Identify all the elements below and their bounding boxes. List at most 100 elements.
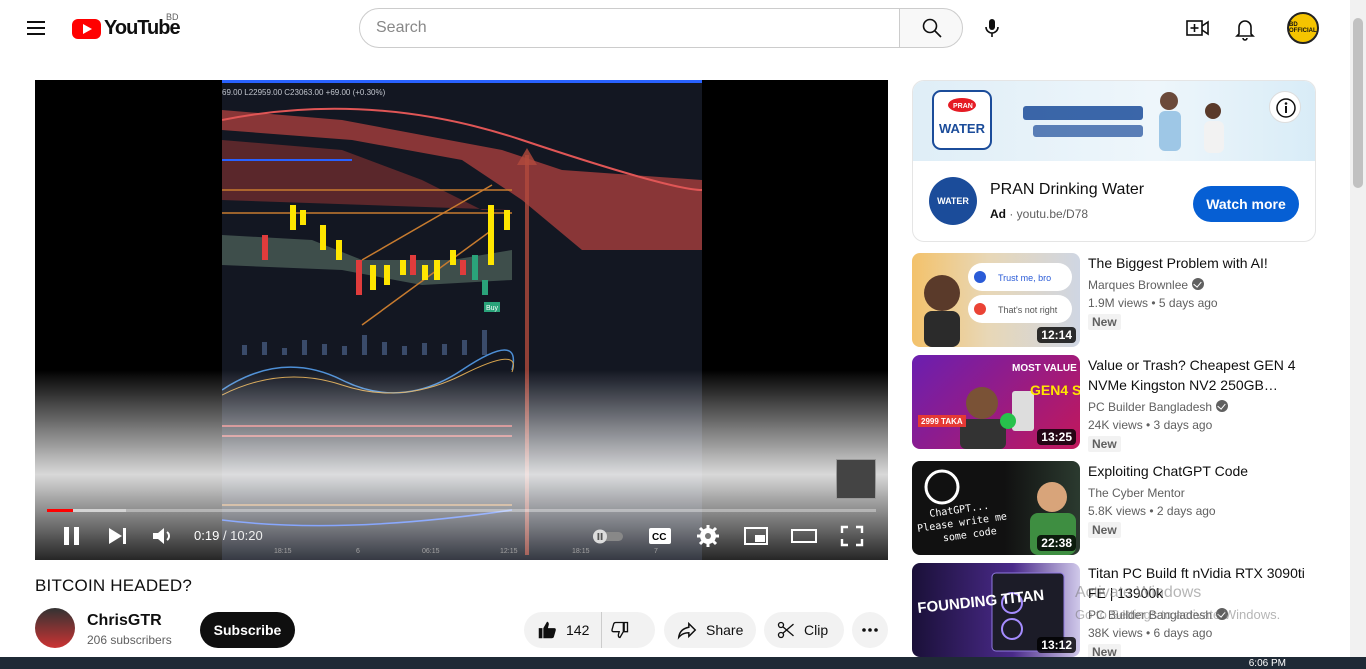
next-button[interactable] bbox=[103, 524, 133, 548]
time-axis-label: 18:15 bbox=[274, 548, 292, 555]
info-icon bbox=[1276, 98, 1296, 118]
voice-search-button[interactable] bbox=[974, 10, 1010, 46]
scrollbar-thumb[interactable] bbox=[1353, 18, 1363, 188]
more-actions-button[interactable] bbox=[852, 612, 888, 648]
time-axis-label: 18:15 bbox=[572, 548, 590, 555]
subtitles-button[interactable]: CC bbox=[645, 524, 675, 548]
video-duration: 13:25 bbox=[1037, 429, 1076, 445]
ohlc-readout: 69.00 L22959.00 C23063.00 +69.00 (+0.30%… bbox=[222, 88, 386, 97]
channel-name-text: PC Builder Bangladesh bbox=[1088, 400, 1213, 414]
ad-banner-art: PRAN WATER bbox=[932, 90, 1224, 153]
recommendation-item[interactable]: ChatGPT... Please write me some code 22:… bbox=[912, 461, 1316, 555]
youtube-logo[interactable]: YouTube BD bbox=[72, 12, 181, 40]
create-button[interactable] bbox=[1183, 14, 1211, 42]
video-player[interactable]: Buy 69.00 L22959.00 C23063.00 +69.00 (+0… bbox=[35, 80, 888, 560]
fullscreen-button[interactable] bbox=[837, 524, 867, 548]
gear-icon bbox=[697, 525, 719, 547]
time-axis-label: 06:15 bbox=[422, 548, 440, 555]
youtube-play-icon bbox=[72, 18, 101, 39]
watermark-title: Activate Windows bbox=[1075, 584, 1202, 601]
thumb-caption: MOST VALUE bbox=[1012, 363, 1077, 374]
pause-button[interactable] bbox=[57, 524, 87, 548]
trading-chart-frame: Buy 69.00 L22959.00 C23063.00 +69.00 (+0… bbox=[221, 80, 703, 555]
theater-mode-button[interactable] bbox=[789, 524, 819, 548]
like-dislike-group: 142 bbox=[524, 612, 655, 648]
video-duration: 13:12 bbox=[1037, 637, 1076, 653]
scissors-icon bbox=[777, 621, 794, 639]
taskbar-clock: 6:06 PM bbox=[1248, 658, 1286, 669]
ad-label: Ad bbox=[990, 207, 1006, 221]
channel-name-text: The Cyber Mentor bbox=[1088, 486, 1185, 500]
share-icon bbox=[677, 621, 697, 640]
clip-button[interactable]: Clip bbox=[764, 612, 844, 648]
new-badge: New bbox=[1088, 436, 1121, 452]
recommendation-item[interactable]: Trust me, bro That's not right 12:14 The… bbox=[912, 253, 1316, 347]
recommendation-item[interactable]: MOST VALUE GEN4 SSD 2999 TAKA 13:25 Valu… bbox=[912, 355, 1316, 452]
bell-icon bbox=[1235, 20, 1255, 41]
channel-name[interactable]: PC Builder Bangladesh bbox=[1088, 400, 1229, 414]
account-avatar[interactable]: BD OFFICIAL bbox=[1287, 12, 1319, 44]
watch-more-button[interactable]: Watch more bbox=[1193, 186, 1299, 222]
thumbs-up-icon bbox=[538, 621, 556, 639]
ad-info-button[interactable] bbox=[1269, 91, 1301, 123]
watermark-subtitle: Go to Settings to activate Windows. bbox=[1075, 607, 1281, 622]
progress-bar[interactable] bbox=[47, 509, 876, 512]
video-thumbnail[interactable]: Trust me, bro That's not right 12:14 bbox=[912, 253, 1080, 347]
skip-next-icon bbox=[109, 528, 126, 544]
current-time: 0:19 bbox=[194, 528, 220, 543]
search-input[interactable]: Search bbox=[359, 8, 900, 48]
svg-text:CC: CC bbox=[652, 532, 666, 543]
autoplay-icon bbox=[593, 529, 623, 544]
video-thumbnail[interactable]: ChatGPT... Please write me some code 22:… bbox=[912, 461, 1080, 555]
channel-name[interactable]: ChrisGTR bbox=[87, 612, 162, 630]
notifications-button[interactable] bbox=[1231, 14, 1259, 42]
mute-button[interactable] bbox=[148, 524, 178, 548]
video-frame: Buy 69.00 L22959.00 C23063.00 +69.00 (+0… bbox=[221, 80, 703, 560]
miniplayer-icon bbox=[744, 527, 768, 545]
subscriber-count: 206 subscribers bbox=[87, 633, 172, 647]
subscribe-button[interactable]: Subscribe bbox=[200, 612, 295, 648]
duration: / 10:20 bbox=[222, 528, 263, 543]
share-button[interactable]: Share bbox=[664, 612, 756, 648]
dislike-button[interactable] bbox=[602, 612, 638, 648]
video-title[interactable]: Exploiting ChatGPT Code bbox=[1088, 461, 1308, 481]
thumb-caption: GEN4 SSD bbox=[1030, 382, 1080, 398]
video-stats: 38K views • 6 days ago bbox=[1088, 626, 1213, 640]
channel-name[interactable]: The Cyber Mentor bbox=[1088, 486, 1185, 500]
video-thumbnail[interactable]: MOST VALUE GEN4 SSD 2999 TAKA 13:25 bbox=[912, 355, 1080, 449]
volume-icon bbox=[153, 528, 170, 544]
settings-button[interactable] bbox=[693, 524, 723, 548]
video-title[interactable]: Value or Trash? Cheapest GEN 4 NVMe King… bbox=[1088, 355, 1308, 395]
activate-windows-watermark: Activate Windows Go to Settings to activ… bbox=[1075, 582, 1280, 626]
like-button[interactable]: 142 bbox=[524, 612, 603, 648]
time-axis-label: 12:15 bbox=[500, 548, 518, 555]
svg-text:ChatGPT... Please writ: ChatGPT... Please write me some code bbox=[915, 498, 1016, 548]
ad-banner[interactable]: PRAN WATER bbox=[913, 81, 1315, 161]
pause-icon bbox=[64, 527, 79, 545]
create-video-icon bbox=[1186, 20, 1209, 36]
share-label: Share bbox=[706, 622, 744, 638]
video-thumbnail[interactable]: FOUNDING TITAN 13:12 bbox=[912, 563, 1080, 657]
search-button[interactable] bbox=[899, 8, 963, 48]
search-icon bbox=[922, 18, 942, 38]
microphone-icon bbox=[985, 19, 999, 37]
ad-advertiser-logo[interactable]: WATER bbox=[929, 177, 977, 225]
ad-meta: Ad · youtu.be/D78 bbox=[990, 207, 1089, 221]
miniplayer-button[interactable] bbox=[741, 524, 771, 548]
channel-name-text: Marques Brownlee bbox=[1088, 278, 1189, 292]
video-title[interactable]: The Biggest Problem with AI! bbox=[1088, 253, 1308, 273]
os-taskbar: 6:06 PM bbox=[0, 657, 1366, 669]
channel-watermark[interactable] bbox=[836, 459, 876, 499]
ad-url: youtu.be/D78 bbox=[1016, 207, 1089, 221]
page-scrollbar[interactable] bbox=[1350, 0, 1366, 657]
autoplay-toggle[interactable] bbox=[590, 524, 630, 548]
channel-name[interactable]: Marques Brownlee bbox=[1088, 278, 1205, 292]
channel-avatar[interactable] bbox=[35, 608, 75, 648]
video-stats: 24K views • 3 days ago bbox=[1088, 418, 1213, 432]
thumb-caption: That's not right bbox=[998, 305, 1058, 315]
ad-card[interactable]: PRAN WATER WATER PRAN Drinking Water Ad … bbox=[912, 80, 1316, 242]
menu-icon[interactable] bbox=[24, 16, 48, 40]
ad-title[interactable]: PRAN Drinking Water bbox=[990, 181, 1144, 199]
buy-label: Buy bbox=[486, 305, 499, 312]
video-stats: 1.9M views • 5 days ago bbox=[1088, 296, 1218, 310]
